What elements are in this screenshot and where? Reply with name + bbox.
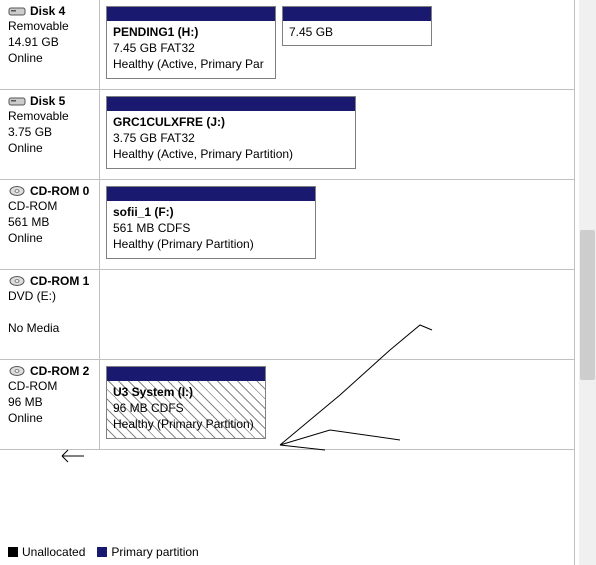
partition-label: PENDING1 (H:) bbox=[113, 24, 269, 40]
legend: Unallocated Primary partition bbox=[8, 545, 199, 559]
disk-title: CD-ROM 2 bbox=[8, 364, 95, 378]
disk-name: CD-ROM 2 bbox=[30, 364, 89, 378]
swatch-unallocated bbox=[8, 547, 18, 557]
cdrom-icon bbox=[8, 365, 26, 377]
disk-info-pane[interactable]: CD-ROM 2CD-ROM96 MBOnline bbox=[0, 360, 100, 449]
partitions-area: PENDING1 (H:)7.45 GB FAT32Healthy (Activ… bbox=[100, 0, 574, 89]
disk-title: CD-ROM 1 bbox=[8, 274, 95, 288]
partition[interactable]: PENDING1 (H:)7.45 GB FAT32Healthy (Activ… bbox=[106, 6, 276, 79]
partition-stripe bbox=[107, 187, 315, 201]
partition[interactable]: GRC1CULXFRE (J:)3.75 GB FAT32Healthy (Ac… bbox=[106, 96, 356, 169]
disk-size: 3.75 GB bbox=[8, 124, 95, 140]
partition-label: sofii_1 (F:) bbox=[113, 204, 309, 220]
vertical-scrollbar[interactable] bbox=[579, 0, 596, 565]
disk-type: CD-ROM bbox=[8, 378, 95, 394]
partition-stripe bbox=[107, 97, 355, 111]
disk-status: No Media bbox=[8, 320, 95, 336]
disk-row[interactable]: CD-ROM 0CD-ROM561 MBOnlinesofii_1 (F:)56… bbox=[0, 180, 574, 270]
partition-body: 7.45 GB bbox=[283, 21, 431, 45]
disk-status: Online bbox=[8, 140, 95, 156]
partition-health: Healthy (Active, Primary Partition) bbox=[113, 146, 349, 162]
disk-status: Online bbox=[8, 50, 95, 66]
disk-title: Disk 4 bbox=[8, 4, 95, 18]
disk-type: Removable bbox=[8, 18, 95, 34]
legend-unallocated: Unallocated bbox=[8, 545, 85, 559]
disk-status: Online bbox=[8, 410, 95, 426]
disk-info-pane[interactable]: Disk 4Removable14.91 GBOnline bbox=[0, 0, 100, 89]
disk-info-pane[interactable]: CD-ROM 0CD-ROM561 MBOnline bbox=[0, 180, 100, 269]
disk-icon bbox=[8, 95, 26, 107]
partition-stripe bbox=[107, 7, 275, 21]
disk-size: 14.91 GB bbox=[8, 34, 95, 50]
disk-info-pane[interactable]: CD-ROM 1DVD (E:) No Media bbox=[0, 270, 100, 359]
partition-stripe bbox=[283, 7, 431, 21]
disk-row[interactable]: CD-ROM 2CD-ROM96 MBOnlineU3 System (I:)9… bbox=[0, 360, 574, 450]
disk-name: CD-ROM 1 bbox=[30, 274, 89, 288]
partition-body: sofii_1 (F:)561 MB CDFSHealthy (Primary … bbox=[107, 201, 315, 258]
partitions-area: GRC1CULXFRE (J:)3.75 GB FAT32Healthy (Ac… bbox=[100, 90, 574, 179]
partitions-area: sofii_1 (F:)561 MB CDFSHealthy (Primary … bbox=[100, 180, 574, 269]
disk-size: 561 MB bbox=[8, 214, 95, 230]
disk-row[interactable]: Disk 5Removable3.75 GBOnlineGRC1CULXFRE … bbox=[0, 90, 574, 180]
disk-details: CD-ROM96 MBOnline bbox=[8, 378, 95, 427]
disk-type: DVD (E:) bbox=[8, 288, 95, 304]
cdrom-icon bbox=[8, 275, 26, 287]
disk-status: Online bbox=[8, 230, 95, 246]
partition-stripe bbox=[107, 367, 265, 381]
partition-body: GRC1CULXFRE (J:)3.75 GB FAT32Healthy (Ac… bbox=[107, 111, 355, 168]
cdrom-icon bbox=[8, 185, 26, 197]
disk-type: CD-ROM bbox=[8, 198, 95, 214]
disk-details: Removable14.91 GBOnline bbox=[8, 18, 95, 67]
disk-details: CD-ROM561 MBOnline bbox=[8, 198, 95, 247]
partition-size: 96 MB CDFS bbox=[113, 400, 259, 416]
disk-title: CD-ROM 0 bbox=[8, 184, 95, 198]
partition-body: PENDING1 (H:)7.45 GB FAT32Healthy (Activ… bbox=[107, 21, 275, 78]
partition-size: 561 MB CDFS bbox=[113, 220, 309, 236]
disk-info-pane[interactable]: Disk 5Removable3.75 GBOnline bbox=[0, 90, 100, 179]
partition[interactable]: 7.45 GB bbox=[282, 6, 432, 46]
disk-icon bbox=[8, 5, 26, 17]
partition[interactable]: sofii_1 (F:)561 MB CDFSHealthy (Primary … bbox=[106, 186, 316, 259]
partition-health: Healthy (Active, Primary Par bbox=[113, 56, 269, 72]
partition-health: Healthy (Primary Partition) bbox=[113, 416, 259, 432]
swatch-primary bbox=[97, 547, 107, 557]
partition-body: U3 System (I:)96 MB CDFSHealthy (Primary… bbox=[107, 381, 265, 438]
partition-label: GRC1CULXFRE (J:) bbox=[113, 114, 349, 130]
scrollbar-thumb[interactable] bbox=[580, 230, 595, 380]
disk-size: 96 MB bbox=[8, 394, 95, 410]
legend-primary: Primary partition bbox=[97, 545, 198, 559]
partition[interactable]: U3 System (I:)96 MB CDFSHealthy (Primary… bbox=[106, 366, 266, 439]
disk-row[interactable]: CD-ROM 1DVD (E:) No Media bbox=[0, 270, 574, 360]
disk-name: CD-ROM 0 bbox=[30, 184, 89, 198]
disk-name: Disk 5 bbox=[30, 94, 65, 108]
partition-size: 7.45 GB FAT32 bbox=[113, 40, 269, 56]
legend-primary-label: Primary partition bbox=[111, 545, 198, 559]
partition-size: 3.75 GB FAT32 bbox=[113, 130, 349, 146]
disk-name: Disk 4 bbox=[30, 4, 65, 18]
disk-title: Disk 5 bbox=[8, 94, 95, 108]
disk-details: DVD (E:) No Media bbox=[8, 288, 95, 337]
partitions-area bbox=[100, 270, 574, 359]
legend-unallocated-label: Unallocated bbox=[22, 545, 85, 559]
partition-label: U3 System (I:) bbox=[113, 384, 259, 400]
partitions-area: U3 System (I:)96 MB CDFSHealthy (Primary… bbox=[100, 360, 574, 449]
partition-health: Healthy (Primary Partition) bbox=[113, 236, 309, 252]
disk-type: Removable bbox=[8, 108, 95, 124]
disk-details: Removable3.75 GBOnline bbox=[8, 108, 95, 157]
partition-size: 7.45 GB bbox=[289, 24, 425, 40]
disk-row[interactable]: Disk 4Removable14.91 GBOnlinePENDING1 (H… bbox=[0, 0, 574, 90]
